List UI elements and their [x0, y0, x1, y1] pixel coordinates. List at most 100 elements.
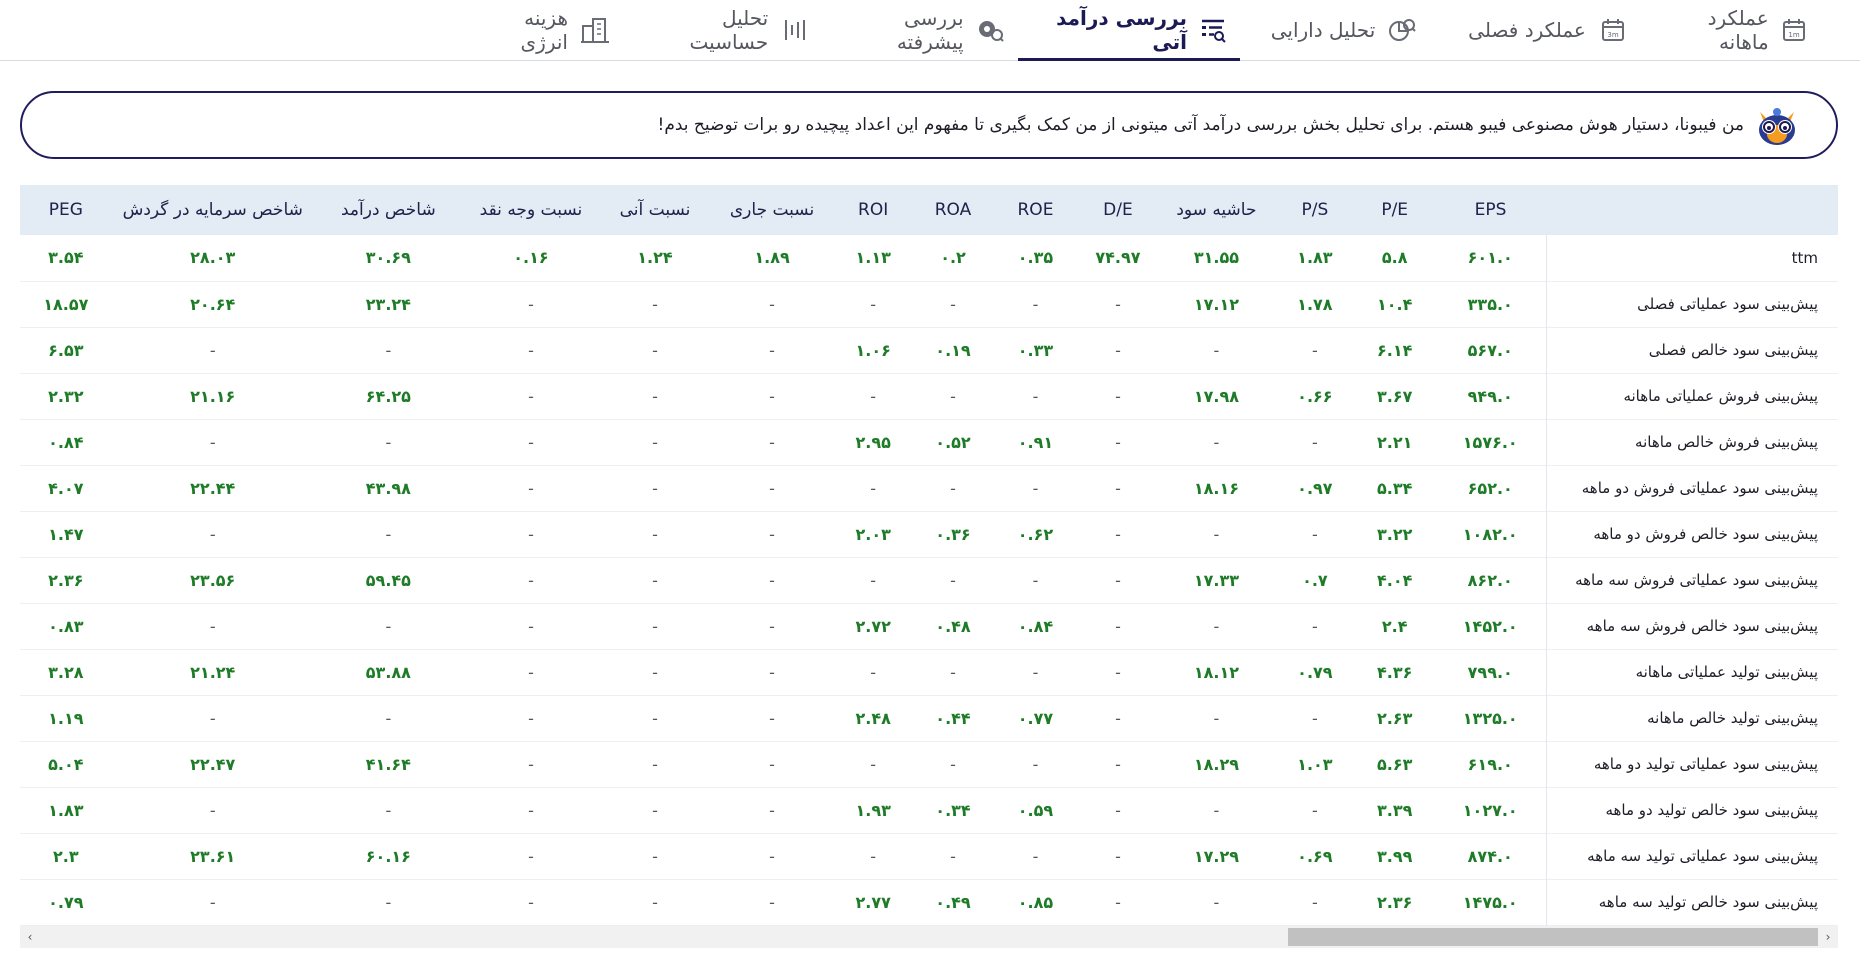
table-cell: - [652, 570, 658, 590]
table-cell: - [1311, 340, 1318, 360]
column-header: نسبت آنی [619, 200, 691, 220]
table-cell: ۱۰۲۷.۰ [1462, 800, 1518, 820]
table-cell: ۷۴.۹۷ [1095, 248, 1141, 268]
table-cell: ۲۸.۰۳ [190, 248, 236, 268]
table-cell: ۰.۳۳ [1017, 340, 1054, 360]
table-cell: - [385, 708, 392, 728]
table-cell: ۰.۶۹ [1297, 846, 1333, 866]
tab-building-energy[interactable]: هزینه انرژی [464, 0, 624, 60]
table-cell: - [769, 708, 775, 728]
table-cell: - [769, 846, 775, 866]
table-cell: ۱۳۲۵.۰ [1462, 708, 1518, 728]
table-cell: ۳.۲۲ [1377, 524, 1413, 544]
table-cell: - [1213, 892, 1220, 912]
column-header: P/E [1381, 200, 1409, 220]
table-cell: - [209, 432, 216, 452]
table-cell: - [209, 616, 216, 636]
table-cell: - [652, 432, 658, 452]
tab-sensitivity-bars[interactable]: تحلیل حساسیت [624, 0, 824, 60]
table-cell: - [652, 616, 658, 636]
table-cell: ۰.۹۷ [1297, 478, 1333, 498]
table-cell: - [950, 386, 956, 406]
table-row: پیش‌بینی سود عملیاتی تولید سه ماهه ۸۷۴.۰ ۳… [20, 833, 1838, 879]
table-cell: - [870, 294, 877, 314]
table-cell: - [209, 524, 216, 544]
assistant-banner[interactable]: من فیبونا، دستیار هوش مصنوعی فیبو هستم. … [20, 91, 1838, 159]
table-cell: ۳.۳۹ [1377, 800, 1413, 820]
table-cell: ۱۰۸۲.۰ [1462, 524, 1518, 544]
table-cell: - [1213, 800, 1220, 820]
column-header: ROE [1017, 200, 1054, 220]
tab-label: عملکرد فصلی [1468, 18, 1586, 42]
table-cell: ۲.۶۳ [1377, 708, 1413, 728]
column-header: D/E [1103, 200, 1133, 220]
row-label: پیش‌بینی سود خالص تولید دو ماهه [1545, 787, 1838, 833]
column-header: PEG [48, 200, 83, 220]
table-cell: - [870, 570, 877, 590]
tab-forecast-table[interactable]: بررسی درآمد آتی [1018, 0, 1240, 61]
table-cell: ۱.۸۹ [754, 248, 790, 268]
table-cell: ۱.۱۹ [48, 708, 84, 728]
table-cell: - [1115, 754, 1121, 774]
table-cell: - [1032, 478, 1039, 498]
horizontal-scrollbar[interactable]: ‹ › [20, 926, 1838, 948]
table-cell: - [528, 386, 534, 406]
table-cell: - [1213, 524, 1220, 544]
table-cell: ۲۳.۲۴ [365, 294, 411, 314]
table-cell: ۱۷.۳۳ [1193, 570, 1239, 590]
table-cell: ۱۵۷۶.۰ [1462, 432, 1518, 452]
table-cell: ۳۰.۶۹ [365, 248, 411, 268]
table-cell: ۲.۷۷ [855, 892, 891, 912]
table-cell: ۸۶۲.۰ [1467, 570, 1513, 590]
table-cell: ۲۳.۵۶ [190, 570, 236, 590]
table-cell: - [1115, 432, 1121, 452]
table-cell: - [528, 294, 534, 314]
table-cell: ۵.۳۴ [1377, 478, 1413, 498]
table-cell: - [652, 892, 658, 912]
table-cell: ۲.۲۱ [1377, 432, 1413, 452]
scroll-right-arrow[interactable]: › [1818, 926, 1838, 948]
table-cell: ۴.۳۶ [1377, 662, 1413, 682]
table-row: پیش‌بینی سود عملیاتی فروش سه ماهه ۸۶۲.۰ ۴.… [20, 557, 1838, 603]
tab-calendar-3m[interactable]: 3m عملکرد فصلی [1448, 0, 1648, 60]
table-cell: ۱.۴۷ [48, 524, 84, 544]
table-cell: ۵۹.۴۵ [365, 570, 411, 590]
table-cell: - [528, 616, 534, 636]
table-cell: ۲.۴۸ [855, 708, 891, 728]
table-cell: ۰.۱۹ [935, 340, 971, 360]
column-header: شاخص سرمایه در گردش [122, 200, 303, 220]
table-cell: - [769, 432, 775, 452]
table-cell: ۳۳۵.۰ [1467, 294, 1513, 314]
row-label: پیش‌بینی فروش خالص ماهانه [1545, 419, 1838, 465]
table-cell: - [1311, 800, 1318, 820]
table-cell: - [1311, 708, 1318, 728]
scroll-left-arrow[interactable]: ‹ [20, 926, 40, 948]
assistant-message: من فیبونا، دستیار هوش مصنوعی فیبو هستم. … [657, 115, 1744, 135]
table-body: ttm ۶۰۱.۰ ۵.۸ ۱.۸۳ ۳۱.۵۵ ۷۴.۹۷ ۰.۳۵ ۰.۲ ۱.۱۳ ۱.۸۹… [20, 235, 1838, 925]
table-cell: ۶۰.۱۶ [365, 846, 411, 866]
table-cell: - [528, 800, 534, 820]
column-header: حاشیه سود [1176, 200, 1257, 220]
table-cell: ۰.۷۷ [1017, 708, 1054, 728]
table-cell: - [385, 892, 392, 912]
table-cell: ۰.۷ [1302, 570, 1328, 590]
sensitivity-bars-icon [780, 15, 810, 45]
table-cell: ۳۱.۵۵ [1193, 248, 1239, 268]
table-row: پیش‌بینی سود عملیاتی فروش دو ماهه ۶۵۲.۰ ۵.… [20, 465, 1838, 511]
table-cell: - [950, 754, 956, 774]
row-label: پیش‌بینی سود عملیاتی فصلی [1545, 281, 1838, 327]
table-cell: ۱۸.۱۶ [1193, 478, 1239, 498]
table-cell: - [209, 892, 216, 912]
table-cell: ۰.۳۶ [935, 524, 971, 544]
row-label: پیش‌بینی تولید خالص ماهانه [1545, 695, 1838, 741]
table-row: پیش‌بینی سود عملیاتی فصلی ۳۳۵.۰ ۱۰.۴ ۱.۷۸ ۱۷… [20, 281, 1838, 327]
tab-label: عملکرد ماهانه [1707, 6, 1769, 54]
tab-asset-analysis[interactable]: تحلیل دارایی [1240, 0, 1448, 60]
table-cell: ۶۱۹.۰ [1467, 754, 1513, 774]
table-cell: ۲۰.۶۴ [190, 294, 236, 314]
table-cell: - [1115, 294, 1121, 314]
tab-calendar-1m[interactable]: 1m عملکرد ماهانه [1648, 0, 1822, 60]
scrollbar-thumb[interactable] [1288, 928, 1818, 946]
tab-advanced-gears[interactable]: بررسی پیشرفته [824, 0, 1018, 60]
table-cell: - [1213, 616, 1220, 636]
